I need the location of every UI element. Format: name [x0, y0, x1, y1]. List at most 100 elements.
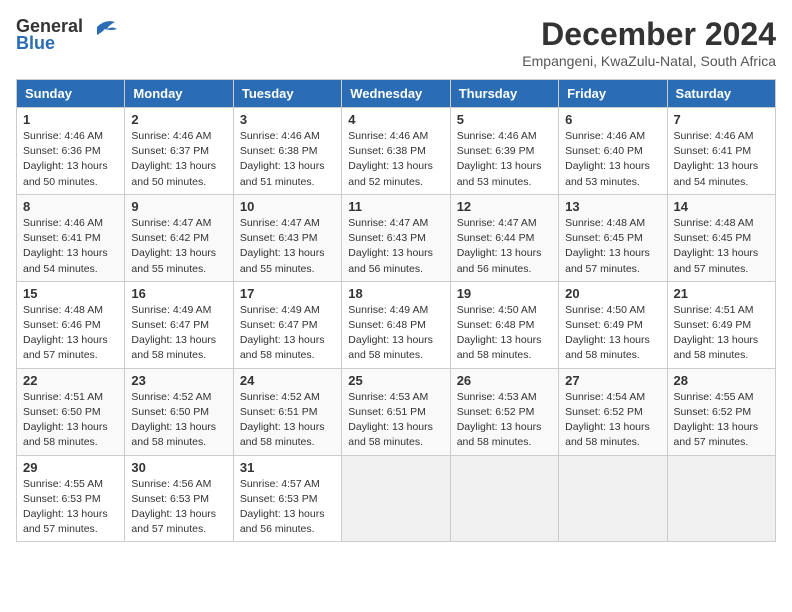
day-info: Sunrise: 4:49 AMSunset: 6:47 PMDaylight:… [240, 304, 325, 362]
logo-bird-icon [87, 17, 117, 37]
table-row: 3 Sunrise: 4:46 AMSunset: 6:38 PMDayligh… [233, 108, 341, 195]
day-info: Sunrise: 4:47 AMSunset: 6:43 PMDaylight:… [348, 217, 433, 275]
table-row: 5 Sunrise: 4:46 AMSunset: 6:39 PMDayligh… [450, 108, 558, 195]
table-row: 26 Sunrise: 4:53 AMSunset: 6:52 PMDaylig… [450, 368, 558, 455]
day-info: Sunrise: 4:53 AMSunset: 6:51 PMDaylight:… [348, 391, 433, 449]
day-number: 12 [457, 199, 552, 214]
day-number: 20 [565, 286, 660, 301]
day-number: 9 [131, 199, 226, 214]
day-info: Sunrise: 4:52 AMSunset: 6:50 PMDaylight:… [131, 391, 216, 449]
table-row: 1 Sunrise: 4:46 AMSunset: 6:36 PMDayligh… [17, 108, 125, 195]
table-row: 12 Sunrise: 4:47 AMSunset: 6:44 PMDaylig… [450, 194, 558, 281]
day-info: Sunrise: 4:57 AMSunset: 6:53 PMDaylight:… [240, 478, 325, 536]
calendar-header-row: Sunday Monday Tuesday Wednesday Thursday… [17, 80, 776, 108]
table-row: 18 Sunrise: 4:49 AMSunset: 6:48 PMDaylig… [342, 281, 450, 368]
table-row: 29 Sunrise: 4:55 AMSunset: 6:53 PMDaylig… [17, 455, 125, 542]
location-title: Empangeni, KwaZulu-Natal, South Africa [522, 53, 776, 69]
day-info: Sunrise: 4:46 AMSunset: 6:38 PMDaylight:… [240, 130, 325, 188]
table-row: 22 Sunrise: 4:51 AMSunset: 6:50 PMDaylig… [17, 368, 125, 455]
day-info: Sunrise: 4:46 AMSunset: 6:39 PMDaylight:… [457, 130, 542, 188]
day-info: Sunrise: 4:51 AMSunset: 6:49 PMDaylight:… [674, 304, 759, 362]
day-info: Sunrise: 4:47 AMSunset: 6:43 PMDaylight:… [240, 217, 325, 275]
day-number: 31 [240, 460, 335, 475]
day-number: 29 [23, 460, 118, 475]
day-info: Sunrise: 4:49 AMSunset: 6:48 PMDaylight:… [348, 304, 433, 362]
table-row: 31 Sunrise: 4:57 AMSunset: 6:53 PMDaylig… [233, 455, 341, 542]
day-number: 25 [348, 373, 443, 388]
calendar-table: Sunday Monday Tuesday Wednesday Thursday… [16, 79, 776, 542]
day-info: Sunrise: 4:55 AMSunset: 6:52 PMDaylight:… [674, 391, 759, 449]
header-tuesday: Tuesday [233, 80, 341, 108]
day-number: 11 [348, 199, 443, 214]
day-number: 28 [674, 373, 769, 388]
day-info: Sunrise: 4:55 AMSunset: 6:53 PMDaylight:… [23, 478, 108, 536]
table-row: 8 Sunrise: 4:46 AMSunset: 6:41 PMDayligh… [17, 194, 125, 281]
table-row: 4 Sunrise: 4:46 AMSunset: 6:38 PMDayligh… [342, 108, 450, 195]
day-number: 14 [674, 199, 769, 214]
table-row: 11 Sunrise: 4:47 AMSunset: 6:43 PMDaylig… [342, 194, 450, 281]
table-row: 19 Sunrise: 4:50 AMSunset: 6:48 PMDaylig… [450, 281, 558, 368]
header-saturday: Saturday [667, 80, 775, 108]
day-info: Sunrise: 4:48 AMSunset: 6:45 PMDaylight:… [565, 217, 650, 275]
table-row: 21 Sunrise: 4:51 AMSunset: 6:49 PMDaylig… [667, 281, 775, 368]
day-info: Sunrise: 4:46 AMSunset: 6:41 PMDaylight:… [674, 130, 759, 188]
calendar-week-row: 8 Sunrise: 4:46 AMSunset: 6:41 PMDayligh… [17, 194, 776, 281]
day-info: Sunrise: 4:48 AMSunset: 6:45 PMDaylight:… [674, 217, 759, 275]
day-info: Sunrise: 4:47 AMSunset: 6:44 PMDaylight:… [457, 217, 542, 275]
table-row: 13 Sunrise: 4:48 AMSunset: 6:45 PMDaylig… [559, 194, 667, 281]
table-row [450, 455, 558, 542]
day-info: Sunrise: 4:46 AMSunset: 6:36 PMDaylight:… [23, 130, 108, 188]
table-row: 14 Sunrise: 4:48 AMSunset: 6:45 PMDaylig… [667, 194, 775, 281]
table-row: 15 Sunrise: 4:48 AMSunset: 6:46 PMDaylig… [17, 281, 125, 368]
day-info: Sunrise: 4:50 AMSunset: 6:49 PMDaylight:… [565, 304, 650, 362]
calendar-week-row: 22 Sunrise: 4:51 AMSunset: 6:50 PMDaylig… [17, 368, 776, 455]
header-friday: Friday [559, 80, 667, 108]
day-info: Sunrise: 4:56 AMSunset: 6:53 PMDaylight:… [131, 478, 216, 536]
day-number: 5 [457, 112, 552, 127]
day-number: 7 [674, 112, 769, 127]
table-row [667, 455, 775, 542]
logo-blue: Blue [16, 33, 55, 54]
day-info: Sunrise: 4:48 AMSunset: 6:46 PMDaylight:… [23, 304, 108, 362]
day-info: Sunrise: 4:54 AMSunset: 6:52 PMDaylight:… [565, 391, 650, 449]
header-wednesday: Wednesday [342, 80, 450, 108]
day-info: Sunrise: 4:46 AMSunset: 6:38 PMDaylight:… [348, 130, 433, 188]
day-info: Sunrise: 4:51 AMSunset: 6:50 PMDaylight:… [23, 391, 108, 449]
day-info: Sunrise: 4:52 AMSunset: 6:51 PMDaylight:… [240, 391, 325, 449]
table-row: 30 Sunrise: 4:56 AMSunset: 6:53 PMDaylig… [125, 455, 233, 542]
table-row [342, 455, 450, 542]
table-row: 16 Sunrise: 4:49 AMSunset: 6:47 PMDaylig… [125, 281, 233, 368]
table-row: 2 Sunrise: 4:46 AMSunset: 6:37 PMDayligh… [125, 108, 233, 195]
day-number: 13 [565, 199, 660, 214]
month-title: December 2024 [522, 16, 776, 53]
day-number: 26 [457, 373, 552, 388]
table-row: 27 Sunrise: 4:54 AMSunset: 6:52 PMDaylig… [559, 368, 667, 455]
day-info: Sunrise: 4:46 AMSunset: 6:37 PMDaylight:… [131, 130, 216, 188]
day-info: Sunrise: 4:49 AMSunset: 6:47 PMDaylight:… [131, 304, 216, 362]
day-number: 15 [23, 286, 118, 301]
day-number: 24 [240, 373, 335, 388]
day-number: 2 [131, 112, 226, 127]
day-number: 1 [23, 112, 118, 127]
day-number: 30 [131, 460, 226, 475]
day-number: 8 [23, 199, 118, 214]
day-info: Sunrise: 4:47 AMSunset: 6:42 PMDaylight:… [131, 217, 216, 275]
day-number: 23 [131, 373, 226, 388]
logo: General Blue [16, 16, 117, 54]
day-number: 17 [240, 286, 335, 301]
day-info: Sunrise: 4:46 AMSunset: 6:41 PMDaylight:… [23, 217, 108, 275]
table-row: 9 Sunrise: 4:47 AMSunset: 6:42 PMDayligh… [125, 194, 233, 281]
table-row: 23 Sunrise: 4:52 AMSunset: 6:50 PMDaylig… [125, 368, 233, 455]
header-monday: Monday [125, 80, 233, 108]
table-row: 24 Sunrise: 4:52 AMSunset: 6:51 PMDaylig… [233, 368, 341, 455]
day-number: 27 [565, 373, 660, 388]
table-row: 10 Sunrise: 4:47 AMSunset: 6:43 PMDaylig… [233, 194, 341, 281]
table-row: 28 Sunrise: 4:55 AMSunset: 6:52 PMDaylig… [667, 368, 775, 455]
table-row [559, 455, 667, 542]
day-number: 19 [457, 286, 552, 301]
table-row: 17 Sunrise: 4:49 AMSunset: 6:47 PMDaylig… [233, 281, 341, 368]
calendar-week-row: 15 Sunrise: 4:48 AMSunset: 6:46 PMDaylig… [17, 281, 776, 368]
header-thursday: Thursday [450, 80, 558, 108]
day-number: 18 [348, 286, 443, 301]
table-row: 20 Sunrise: 4:50 AMSunset: 6:49 PMDaylig… [559, 281, 667, 368]
